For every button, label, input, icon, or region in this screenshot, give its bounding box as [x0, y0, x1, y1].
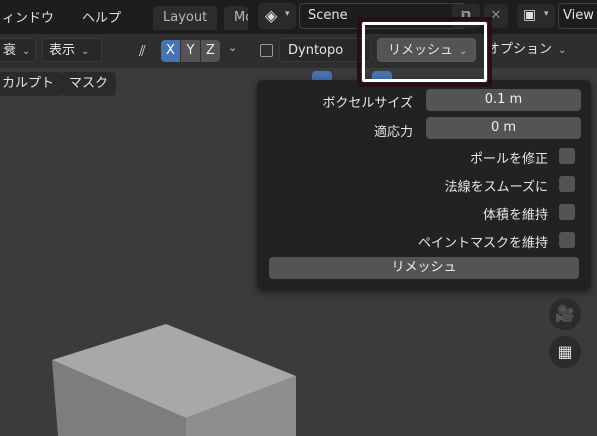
- view-layer-selector[interactable]: ▣ ▾: [517, 4, 555, 28]
- image-icon: ▣: [523, 7, 537, 23]
- adaptivity-label: 適応力: [373, 125, 413, 140]
- smooth-normals-label: 法線をスムーズに: [444, 180, 548, 195]
- highlight-box: [362, 22, 487, 82]
- chevron-down-icon: ⌄: [81, 46, 90, 57]
- voxel-size-label: ボクセルサイズ: [322, 96, 413, 111]
- options-dropdown[interactable]: オプション ⌄: [481, 38, 586, 62]
- cube-mesh: [52, 324, 296, 436]
- view-layer-field[interactable]: View: [558, 3, 597, 29]
- view-layer-name: View: [563, 8, 594, 23]
- fix-poles-checkbox[interactable]: [559, 148, 575, 164]
- dyntopo-label: Dyntopo: [288, 43, 344, 58]
- axis-z-toggle[interactable]: Z: [201, 40, 220, 62]
- menu-window[interactable]: ィンドウ: [2, 7, 54, 26]
- sculpt-menu-button[interactable]: カルプト: [0, 72, 63, 96]
- voxel-size-field[interactable]: 0.1 m: [426, 89, 581, 111]
- top-bar: ィンドウ ヘルプ Layout Mo ◈ ▾ Scene ⧉ ✕ ▣ ▾ Vie…: [0, 0, 597, 34]
- falloff-dropdown[interactable]: 衰 ⌄: [0, 38, 36, 62]
- preserve-paint-mask-label: ペイントマスクを維持: [417, 236, 548, 251]
- falloff-label: 衰: [3, 43, 17, 58]
- preserve-paint-mask-checkbox[interactable]: [559, 232, 575, 248]
- remesh-button[interactable]: リメッシュ: [269, 257, 579, 279]
- mask-menu-button[interactable]: マスク: [61, 72, 117, 96]
- chevron-down-icon: ▾: [285, 9, 290, 19]
- fix-poles-label: ポールを修正: [469, 152, 548, 167]
- chevron-down-icon[interactable]: ⌄: [228, 41, 237, 54]
- camera-view-icon[interactable]: 🎥: [549, 298, 581, 330]
- remesh-popover: ボクセルサイズ 0.1 m 適応力 0 m ポールを修正 法線をスムーズに 体積…: [257, 80, 591, 290]
- menu-help[interactable]: ヘルプ: [82, 7, 121, 26]
- dyntopo-checkbox[interactable]: [260, 44, 273, 57]
- options-label: オプション: [487, 42, 553, 57]
- viewport-header: 衰 ⌄ 表示 ⌄ ⫽ X Y Z ⌄ Dyntopo リメッシュ ⌄ オプション ⌄: [0, 34, 597, 68]
- preserve-volume-label: 体積を維持: [482, 208, 548, 223]
- smooth-normals-checkbox[interactable]: [559, 176, 575, 192]
- tab-modeling[interactable]: Mo: [224, 6, 248, 30]
- preserve-volume-checkbox[interactable]: [559, 204, 575, 220]
- chevron-down-icon: ▾: [544, 9, 549, 19]
- scene-name: Scene: [308, 8, 348, 23]
- view-menu-dropdown[interactable]: 表示 ⌄: [42, 38, 102, 62]
- adaptivity-field[interactable]: 0 m: [426, 117, 581, 139]
- chevron-down-icon: ⌄: [558, 45, 567, 56]
- scene-selector-button[interactable]: ◈ ▾: [258, 3, 296, 29]
- chevron-down-icon: ⌄: [22, 46, 31, 57]
- mirror-icon: ⫽: [139, 42, 146, 60]
- perspective-grid-icon[interactable]: ▦: [549, 336, 581, 368]
- axis-y-toggle[interactable]: Y: [181, 40, 200, 62]
- scene-icon: ◈: [265, 6, 278, 25]
- view-menu-label: 表示: [49, 43, 76, 58]
- axis-x-toggle[interactable]: X: [161, 40, 180, 62]
- tab-layout[interactable]: Layout: [153, 6, 218, 30]
